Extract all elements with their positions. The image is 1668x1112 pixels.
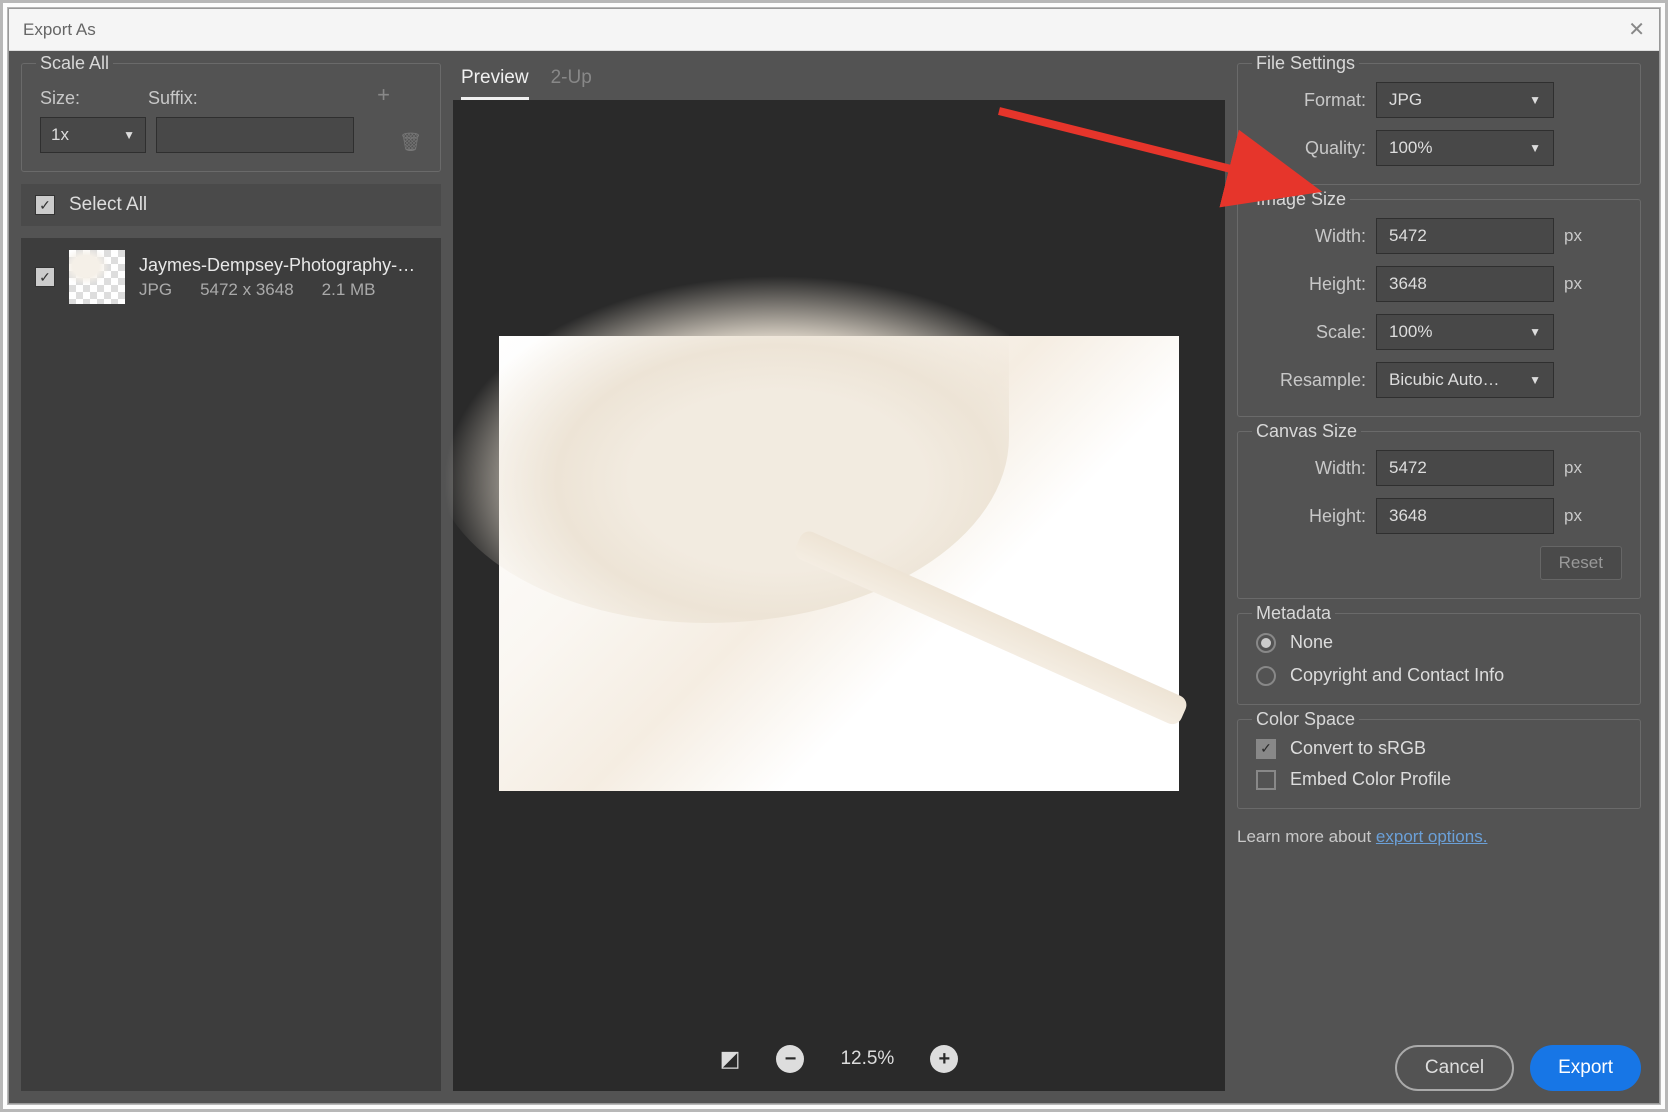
chevron-down-icon: ▼ xyxy=(1529,373,1541,387)
fit-screen-icon[interactable]: ◩ xyxy=(720,1046,741,1072)
height-label: Height: xyxy=(1256,274,1366,295)
asset-format: JPG xyxy=(139,280,172,300)
scale-all-group: Scale All + Size: Suffix: 1x ▼ 🗑 xyxy=(21,63,441,172)
chevron-down-icon: ▼ xyxy=(123,128,135,142)
size-label: Size: xyxy=(40,88,80,109)
canvas-width-label: Width: xyxy=(1256,458,1366,479)
color-space-group: Color Space ✓ Convert to sRGB Embed Colo… xyxy=(1237,719,1641,809)
px-unit: px xyxy=(1564,458,1582,478)
canvas-size-group: Canvas Size Width: 5472 px Height: 3648 … xyxy=(1237,431,1641,599)
size-select[interactable]: 1x ▼ xyxy=(40,117,146,153)
metadata-copyright-label: Copyright and Contact Info xyxy=(1290,665,1504,686)
zoom-out-icon[interactable]: − xyxy=(776,1045,804,1073)
canvas-height-label: Height: xyxy=(1256,506,1366,527)
tab-2up[interactable]: 2-Up xyxy=(551,67,592,100)
asset-dimensions: 5472 x 3648 xyxy=(200,280,294,300)
asset-list: ✓ Jaymes-Dempsey-Photography-… JPG 5472 … xyxy=(21,238,441,1091)
format-label: Format: xyxy=(1256,90,1366,111)
window-title: Export As xyxy=(23,20,96,40)
width-label: Width: xyxy=(1256,226,1366,247)
resample-label: Resample: xyxy=(1256,370,1366,391)
canvas-width-input[interactable]: 5472 xyxy=(1376,450,1554,486)
file-settings-group: File Settings Format: JPG ▼ Quality: 100… xyxy=(1237,63,1641,185)
asset-info: Jaymes-Dempsey-Photography-… JPG 5472 x … xyxy=(139,255,427,300)
image-size-title: Image Size xyxy=(1252,189,1350,210)
metadata-copyright-radio[interactable] xyxy=(1256,666,1276,686)
asset-checkbox[interactable]: ✓ xyxy=(35,267,55,287)
cancel-button[interactable]: Cancel xyxy=(1395,1045,1514,1091)
suffix-label: Suffix: xyxy=(148,88,198,109)
zoom-level: 12.5% xyxy=(840,1048,894,1070)
export-options-link[interactable]: export options. xyxy=(1376,827,1488,846)
export-dialog: Export As ✕ Scale All + Size: Suffix: 1x… xyxy=(8,8,1660,1104)
reset-button[interactable]: Reset xyxy=(1540,546,1622,580)
suffix-input[interactable] xyxy=(156,117,354,153)
scale-label: Scale: xyxy=(1256,322,1366,343)
select-all-bar: ✓ Select All xyxy=(21,184,441,226)
add-scale-icon[interactable]: + xyxy=(377,82,390,108)
preview-area: ◩ − 12.5% + xyxy=(453,100,1225,1091)
canvas-height-input[interactable]: 3648 xyxy=(1376,498,1554,534)
size-value: 1x xyxy=(51,125,69,145)
color-space-title: Color Space xyxy=(1252,709,1359,730)
right-panel: File Settings Format: JPG ▼ Quality: 100… xyxy=(1237,63,1647,1091)
quality-label: Quality: xyxy=(1256,138,1366,159)
titlebar: Export As ✕ xyxy=(9,9,1659,51)
height-input[interactable]: 3648 xyxy=(1376,266,1554,302)
quality-select[interactable]: 100% ▼ xyxy=(1376,130,1554,166)
image-size-group: Image Size Width: 5472 px Height: 3648 p… xyxy=(1237,199,1641,417)
scale-select[interactable]: 100% ▼ xyxy=(1376,314,1554,350)
preview-image xyxy=(499,336,1179,791)
asset-name: Jaymes-Dempsey-Photography-… xyxy=(139,255,427,276)
learn-more-text: Learn more about export options. xyxy=(1237,827,1641,847)
left-panel: Scale All + Size: Suffix: 1x ▼ 🗑 ✓ Se xyxy=(21,63,441,1091)
px-unit: px xyxy=(1564,274,1582,294)
select-all-checkbox[interactable]: ✓ xyxy=(35,195,55,215)
close-icon[interactable]: ✕ xyxy=(1628,17,1645,42)
metadata-none-radio[interactable] xyxy=(1256,633,1276,653)
chevron-down-icon: ▼ xyxy=(1529,93,1541,107)
file-settings-title: File Settings xyxy=(1252,53,1359,74)
format-select[interactable]: JPG ▼ xyxy=(1376,82,1554,118)
asset-thumbnail xyxy=(69,250,125,304)
canvas-viewport[interactable] xyxy=(453,100,1225,1027)
srgb-label: Convert to sRGB xyxy=(1290,738,1426,759)
embed-profile-label: Embed Color Profile xyxy=(1290,769,1451,790)
scale-all-title: Scale All xyxy=(36,53,113,74)
select-all-label: Select All xyxy=(69,194,147,216)
export-button[interactable]: Export xyxy=(1530,1045,1641,1091)
asset-filesize: 2.1 MB xyxy=(322,280,376,300)
tab-preview[interactable]: Preview xyxy=(461,67,529,100)
px-unit: px xyxy=(1564,506,1582,526)
asset-item[interactable]: ✓ Jaymes-Dempsey-Photography-… JPG 5472 … xyxy=(21,238,441,316)
resample-select[interactable]: Bicubic Auto… ▼ xyxy=(1376,362,1554,398)
metadata-none-label: None xyxy=(1290,632,1333,653)
chevron-down-icon: ▼ xyxy=(1529,141,1541,155)
canvas-size-title: Canvas Size xyxy=(1252,421,1361,442)
dialog-footer: Cancel Export xyxy=(1237,1031,1641,1091)
srgb-checkbox[interactable]: ✓ xyxy=(1256,739,1276,759)
metadata-title: Metadata xyxy=(1252,603,1335,624)
preview-tabs: Preview 2-Up xyxy=(453,63,1225,100)
zoom-in-icon[interactable]: + xyxy=(930,1045,958,1073)
main-content: Scale All + Size: Suffix: 1x ▼ 🗑 ✓ Se xyxy=(9,51,1659,1103)
trash-icon[interactable]: 🗑 xyxy=(399,132,422,153)
width-input[interactable]: 5472 xyxy=(1376,218,1554,254)
center-panel: Preview 2-Up ◩ − 12.5% + xyxy=(453,63,1225,1091)
zoom-toolbar: ◩ − 12.5% + xyxy=(453,1027,1225,1091)
chevron-down-icon: ▼ xyxy=(1529,325,1541,339)
px-unit: px xyxy=(1564,226,1582,246)
embed-profile-checkbox[interactable] xyxy=(1256,770,1276,790)
metadata-group: Metadata None Copyright and Contact Info xyxy=(1237,613,1641,705)
